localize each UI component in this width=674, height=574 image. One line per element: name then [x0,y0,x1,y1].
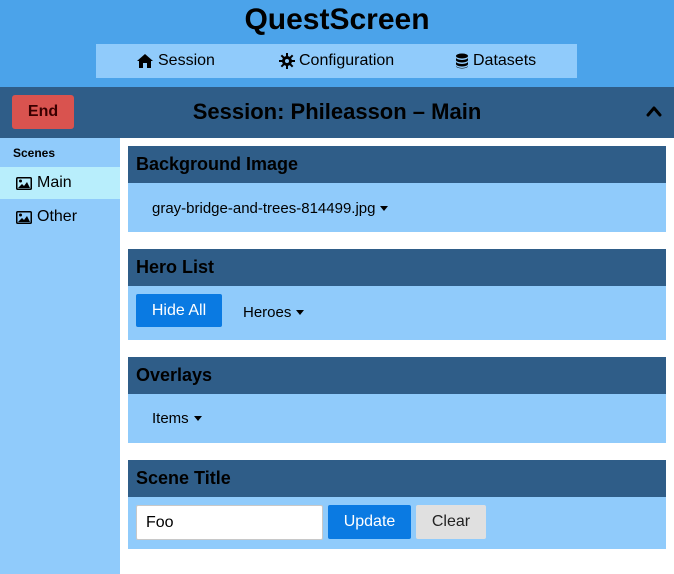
session-title: Session: Phileasson – Main [192,99,482,124]
clear-button[interactable]: Clear [416,505,486,539]
nav-configuration[interactable]: Configuration [279,44,394,78]
hero-list-panel: Hero List Hide All Heroes [128,249,666,340]
overlays-panel: Overlays Items [128,357,666,443]
database-icon [456,53,468,69]
caret-down-icon [193,416,202,421]
sidebar-item-label: Other [37,208,78,225]
home-icon [137,54,153,68]
items-dropdown-label: Items [152,410,189,427]
nav-datasets-label: Datasets [473,52,537,69]
caret-down-icon [296,310,305,315]
nav-session-label: Session [158,52,215,69]
scene-title-input[interactable] [136,505,323,540]
image-icon [16,210,32,224]
update-button[interactable]: Update [328,505,411,539]
chevron-up-icon[interactable] [646,104,662,118]
background-image-filename: gray-bridge-and-trees-814499.jpg [152,200,376,217]
nav-datasets[interactable]: Datasets [455,44,536,78]
panel-header: Scene Title [128,460,666,497]
items-dropdown[interactable]: Items [152,410,202,427]
app-title: QuestScreen [244,3,430,36]
panel-header: Hero List [128,249,666,286]
background-image-dropdown[interactable]: gray-bridge-and-trees-814499.jpg [152,200,389,217]
sidebar-item-label: Main [37,174,72,191]
sidebar-item-other[interactable]: Other [0,201,120,233]
hide-all-button[interactable]: Hide All [136,294,222,327]
panel-header: Background Image [128,146,666,183]
panel-header: Overlays [128,357,666,394]
gear-icon [279,53,295,69]
caret-down-icon [380,206,389,211]
sidebar-heading: Scenes [13,146,56,160]
sidebar-item-main[interactable]: Main [0,167,120,199]
scene-title-panel: Scene Title Update Clear [128,460,666,549]
image-icon [16,176,32,190]
background-image-panel: Background Image gray-bridge-and-trees-8… [128,146,666,232]
heroes-dropdown[interactable]: Heroes [243,304,305,321]
main-navbar: Session Configuration Datasets [96,44,577,78]
heroes-dropdown-label: Heroes [243,304,292,321]
nav-session[interactable]: Session [136,44,215,78]
nav-configuration-label: Configuration [299,52,395,69]
